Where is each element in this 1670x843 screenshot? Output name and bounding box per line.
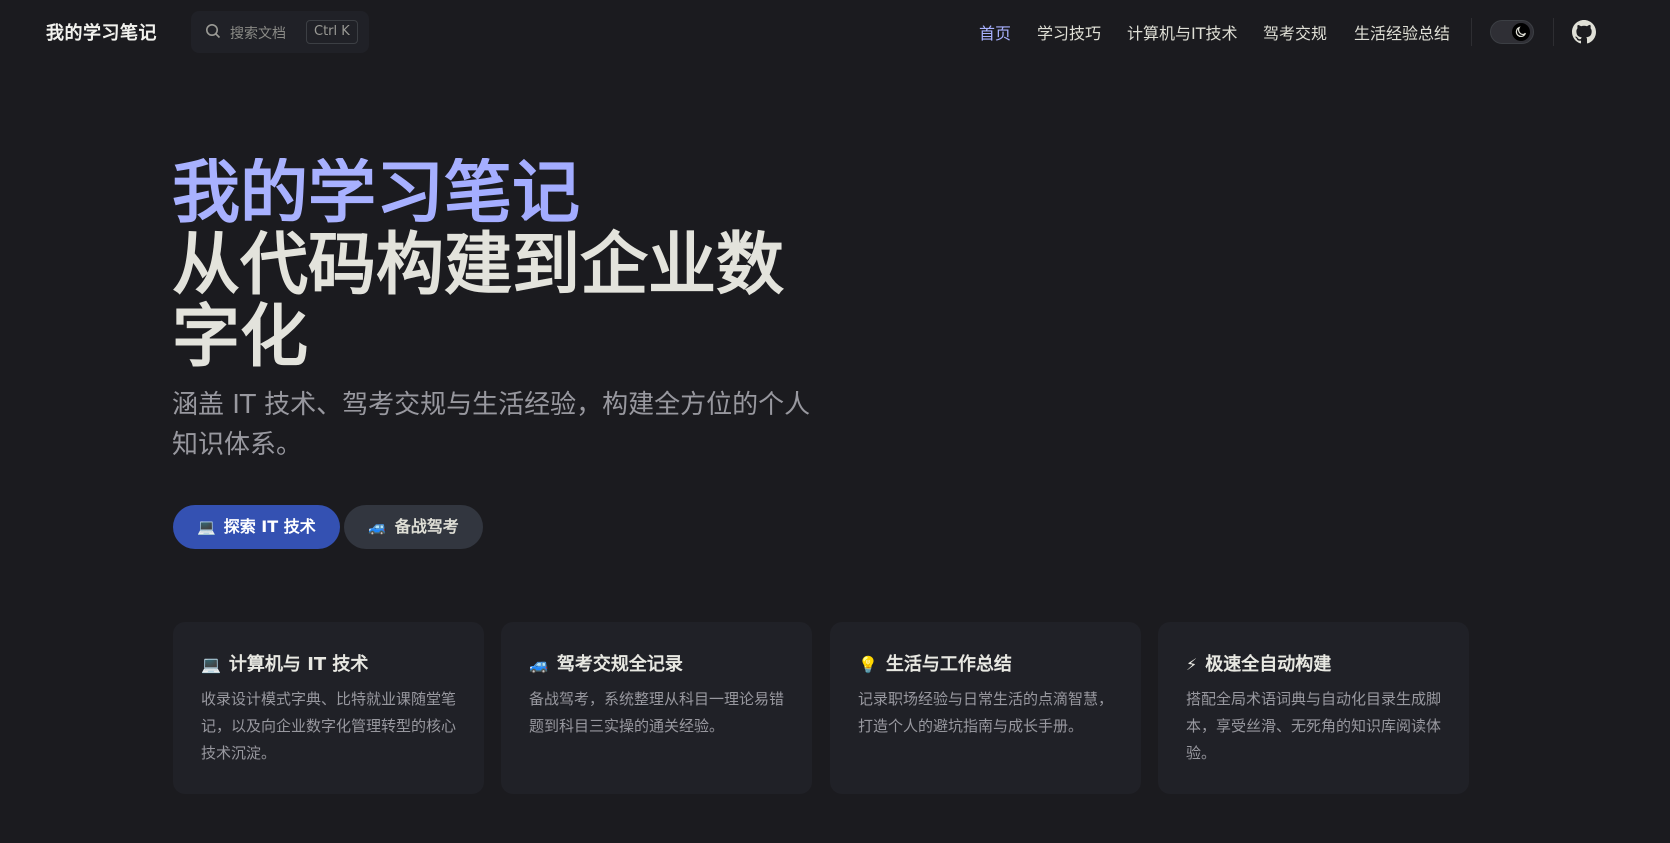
nav-item-driving[interactable]: 驾考交规 bbox=[1263, 20, 1327, 44]
search-shortcut: Ctrl K bbox=[306, 20, 358, 44]
feature-title: 驾考交规全记录 bbox=[556, 654, 683, 675]
feature-title: 生活与工作总结 bbox=[885, 654, 1012, 675]
nav-item-life[interactable]: 生活经验总结 bbox=[1354, 20, 1450, 44]
feature-details: 备战驾考，系统整理从科目一理论易错题到科目三实操的通关经验。 bbox=[529, 690, 785, 735]
hero-heading: 我的学习笔记 从代码构建到企业数字化 bbox=[172, 158, 832, 374]
feature-card-it: 💻 计算机与 IT 技术 收录设计模式字典、比特就业课随堂笔记，以及向企业数字化管… bbox=[173, 622, 484, 794]
search-icon bbox=[205, 23, 221, 43]
prepare-driving-button[interactable]: 🚙 备战驾考 bbox=[344, 505, 483, 549]
car-icon: 🚙 bbox=[529, 655, 549, 674]
explore-it-button[interactable]: 💻 探索 IT 技术 bbox=[173, 505, 340, 549]
feature-card-life: 💡 生活与工作总结 记录职场经验与日常生活的点滴智慧，打造个人的避坑指南与成长手册… bbox=[830, 622, 1141, 794]
site-title[interactable]: 我的学习笔记 bbox=[46, 19, 157, 45]
nav-item-study-tips[interactable]: 学习技巧 bbox=[1037, 20, 1101, 44]
feature-details: 记录职场经验与日常生活的点滴智慧，打造个人的避坑指南与成长手册。 bbox=[858, 690, 1114, 735]
laptop-icon: 💻 bbox=[201, 655, 221, 674]
github-link[interactable] bbox=[1572, 20, 1596, 48]
feature-title: 极速全自动构建 bbox=[1205, 654, 1332, 675]
theme-toggle[interactable] bbox=[1490, 20, 1534, 44]
hero-text: 从代码构建到企业数字化 bbox=[172, 226, 785, 377]
github-icon bbox=[1572, 20, 1596, 44]
theme-toggle-knob bbox=[1512, 23, 1530, 41]
search-placeholder: 搜索文档 bbox=[230, 26, 286, 42]
explore-it-label: 探索 IT 技术 bbox=[223, 517, 316, 536]
nav-item-home[interactable]: 首页 bbox=[979, 20, 1011, 44]
laptop-icon: 💻 bbox=[197, 518, 216, 536]
car-icon: 🚙 bbox=[368, 518, 387, 536]
search-button[interactable]: 搜索文档 Ctrl K bbox=[191, 11, 369, 53]
lightbulb-icon: 💡 bbox=[858, 655, 878, 674]
hero-tagline: 涵盖 IT 技术、驾考交规与生活经验，构建全方位的个人知识体系。 bbox=[172, 390, 811, 460]
feature-card-build: ⚡ 极速全自动构建 搭配全局术语词典与自动化目录生成脚本，享受丝滑、无死角的知识库… bbox=[1158, 622, 1469, 794]
feature-details: 搭配全局术语词典与自动化目录生成脚本，享受丝滑、无死角的知识库阅读体验。 bbox=[1186, 690, 1442, 762]
hero-name: 我的学习笔记 bbox=[172, 158, 832, 230]
nav-divider bbox=[1471, 18, 1472, 46]
feature-details: 收录设计模式字典、比特就业课随堂笔记，以及向企业数字化管理转型的核心技术沉淀。 bbox=[201, 690, 457, 762]
nav-item-it-tech[interactable]: 计算机与IT技术 bbox=[1127, 20, 1238, 44]
nav-divider bbox=[1553, 18, 1554, 46]
prepare-driving-label: 备战驾考 bbox=[394, 517, 459, 536]
top-navbar: 我的学习笔记 搜索文档 Ctrl K 首页 学习技巧 计算机与IT技术 驾考交规… bbox=[0, 0, 1670, 64]
feature-card-driving: 🚙 驾考交规全记录 备战驾考，系统整理从科目一理论易错题到科目三实操的通关经验。 bbox=[501, 622, 812, 794]
lightning-icon: ⚡ bbox=[1186, 655, 1198, 674]
feature-title: 计算机与 IT 技术 bbox=[228, 654, 369, 675]
moon-icon bbox=[1515, 26, 1526, 37]
